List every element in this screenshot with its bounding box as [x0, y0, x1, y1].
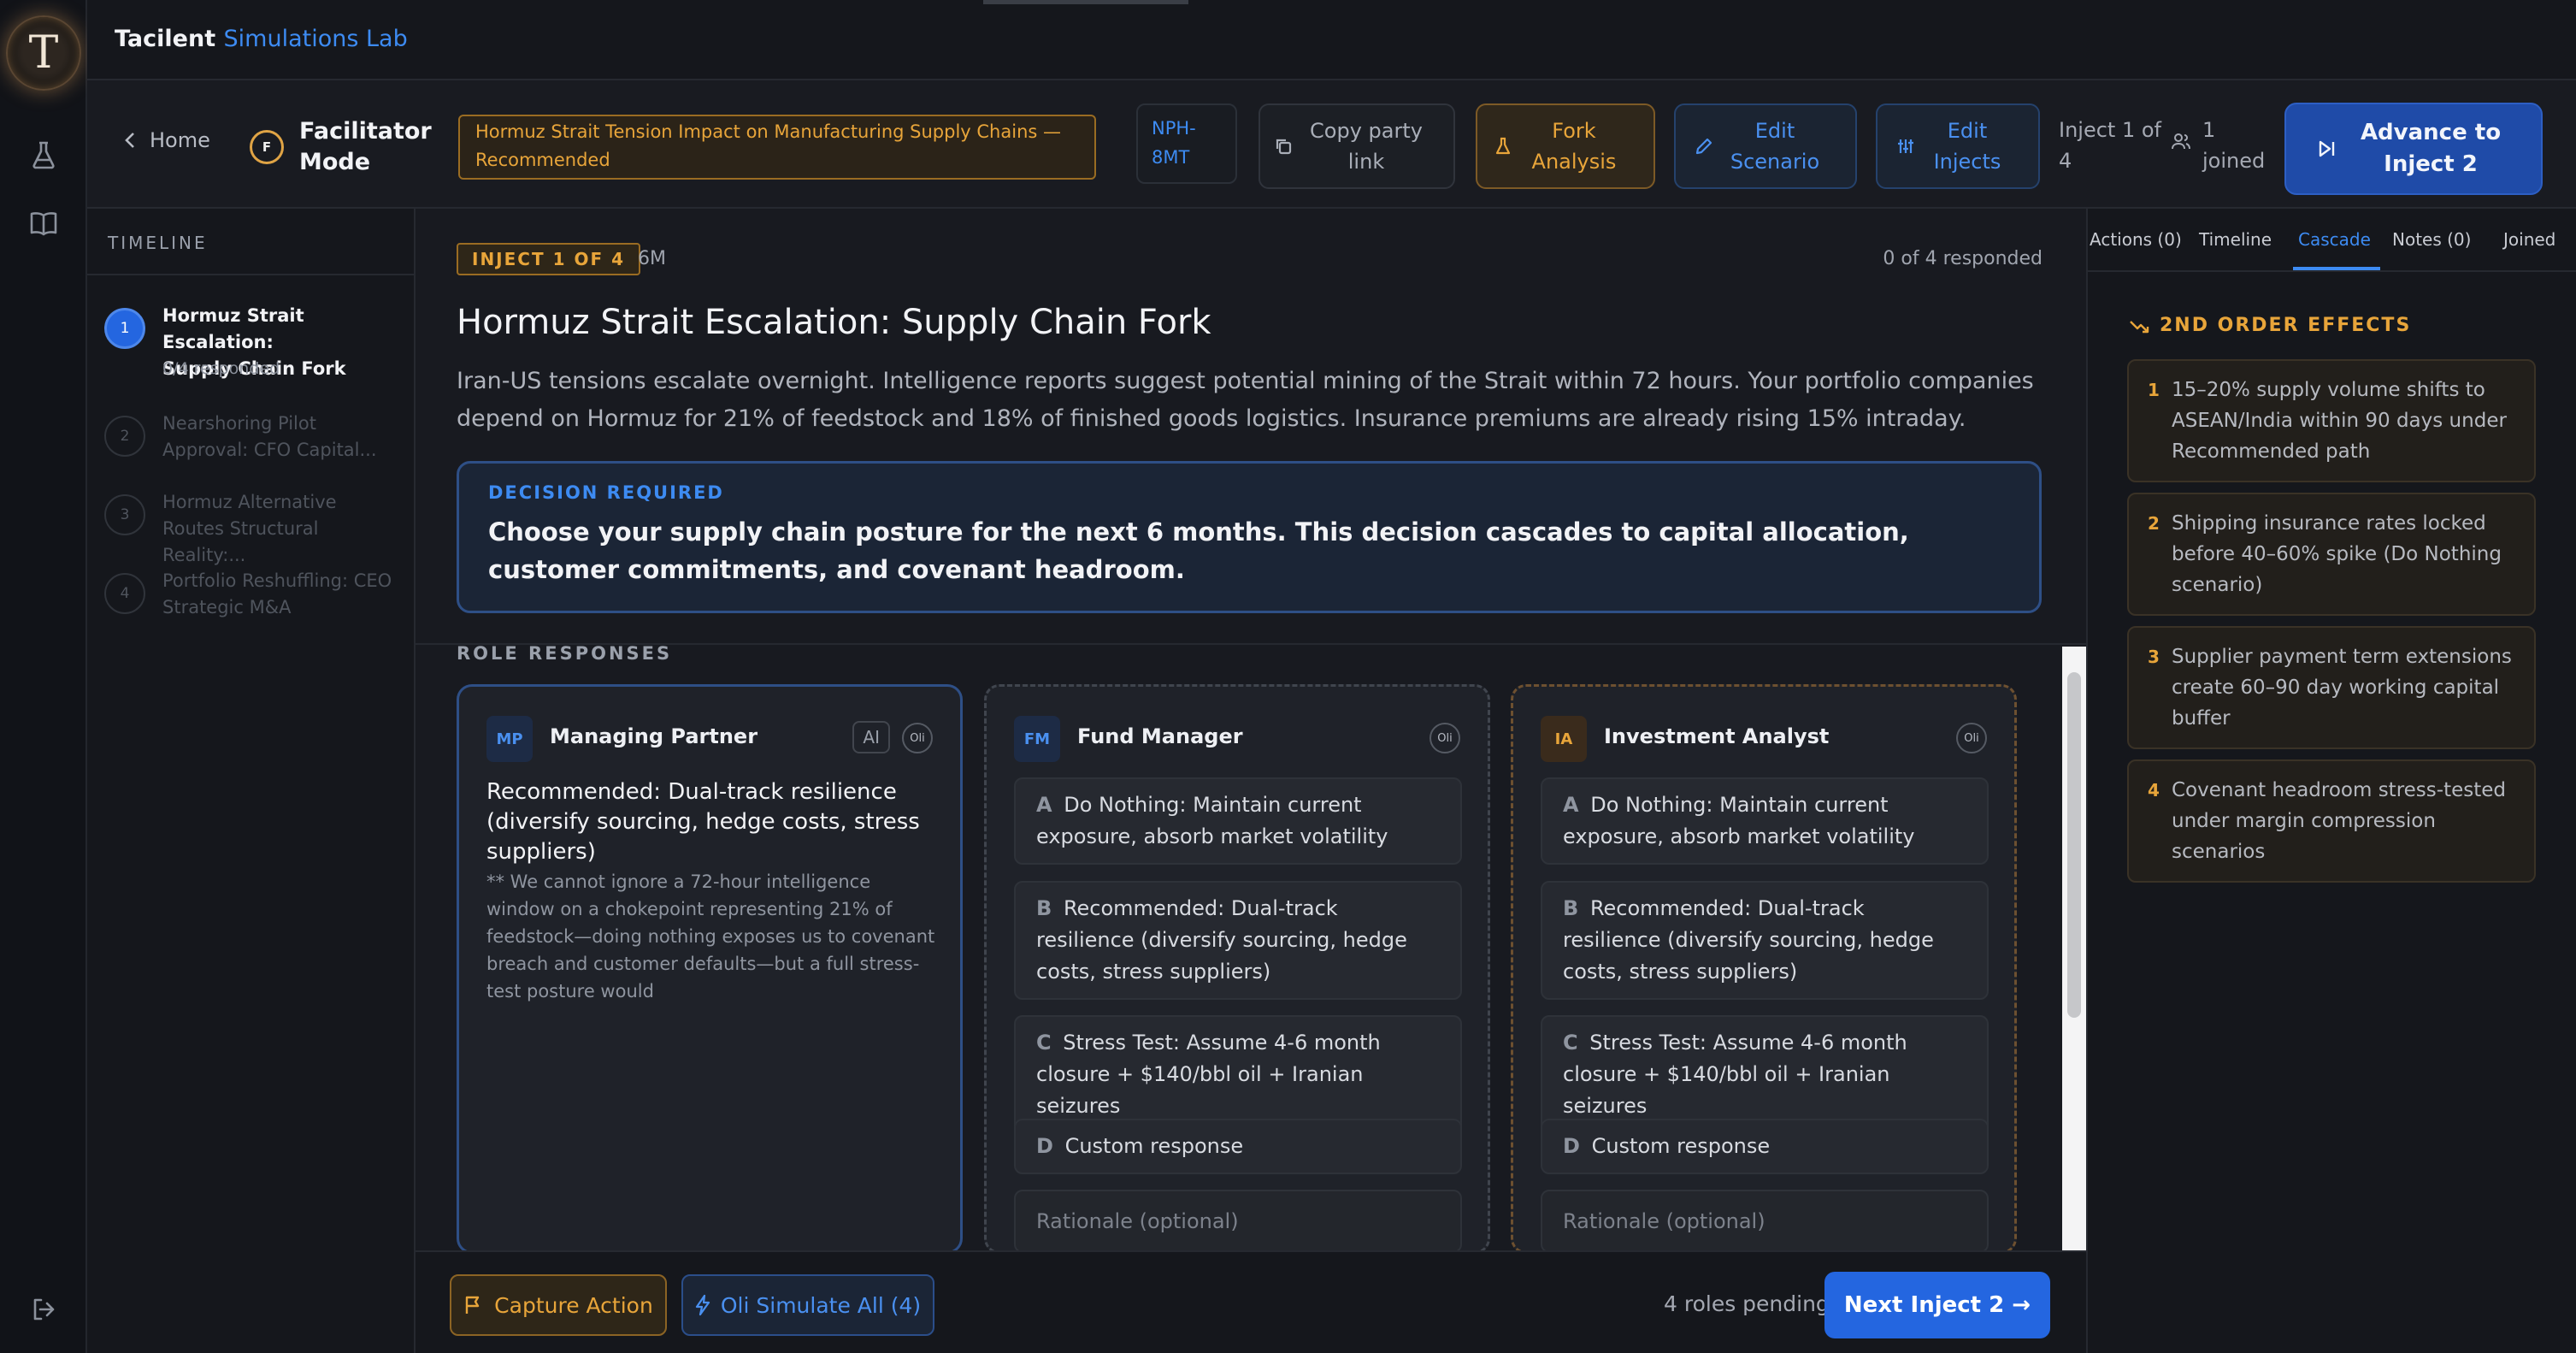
timeline-item-3[interactable]: 3 Hormuz Alternative Routes Structural Re… — [104, 489, 404, 565]
chevron-left-icon — [125, 133, 134, 148]
option-a[interactable]: A Do Nothing: Maintain current exposure,… — [1541, 777, 1989, 865]
oli-toggle[interactable]: Oli — [1429, 723, 1460, 753]
divider — [2086, 270, 2576, 272]
timeline-item-1[interactable]: 1 Hormuz Strait Escalation: Supply Chain … — [104, 303, 404, 380]
home-link[interactable]: Home — [124, 128, 210, 152]
top-bar — [87, 0, 2576, 80]
effect-item: 2 Shipping insurance rates locked before … — [2127, 493, 2536, 616]
capture-action-button[interactable]: Capture Action — [450, 1274, 667, 1336]
timeline-item-2[interactable]: 2 Nearshoring Pilot Approval: CFO Capital… — [104, 411, 404, 467]
logout-icon[interactable] — [24, 1290, 63, 1329]
copy-party-link-button[interactable]: Copy party link — [1259, 103, 1455, 189]
session-code: NPH- 8MT — [1136, 103, 1237, 184]
divider — [87, 274, 414, 275]
decision-text: Choose your supply chain posture for the… — [488, 517, 1909, 584]
oli-toggle[interactable]: Oli — [1956, 723, 1987, 753]
lightning-icon — [695, 1294, 710, 1316]
decision-box: DECISION REQUIRED Choose your supply cha… — [457, 461, 2042, 613]
mode-badge: F — [250, 130, 284, 164]
role-card-managing-partner: MP Managing Partner AI Oli Recommended: … — [457, 684, 963, 1254]
role-name: Investment Analyst — [1604, 724, 1830, 748]
copy-icon — [1276, 139, 1292, 155]
joined-count: 1 joined — [2172, 115, 2265, 176]
edit-injects-button[interactable]: Edit Injects — [1876, 103, 2040, 189]
scenario-select[interactable]: Hormuz Strait Tension Impact on Manufact… — [458, 115, 1096, 180]
inject-title: Hormuz Strait Escalation: Supply Chain F… — [457, 303, 1211, 342]
tab-cascade[interactable]: Cascade — [2298, 229, 2371, 250]
pencil-icon — [1695, 138, 1712, 155]
book-icon[interactable] — [24, 204, 63, 243]
flask-icon — [1495, 137, 1511, 155]
effect-item: 4 Covenant headroom stress-tested under m… — [2127, 759, 2536, 883]
brand-title: Tacilent Simulations Lab — [115, 26, 408, 52]
role-name: Managing Partner — [550, 724, 758, 748]
facilitator-mode: F Facilitator Mode — [250, 116, 432, 178]
fork-analysis-button[interactable]: Fork Analysis — [1476, 103, 1655, 189]
tab-timeline[interactable]: Timeline — [2199, 229, 2272, 250]
inject-counter: Inject 1 of 4 — [2059, 118, 2161, 173]
flask-icon[interactable] — [24, 135, 63, 174]
rationale-input[interactable]: Rationale (optional) — [1014, 1190, 1462, 1253]
advance-inject-button[interactable]: Advance to Inject 2 — [2284, 103, 2543, 195]
oli-toggle[interactable]: Oli — [902, 723, 933, 753]
inject-badge: INJECT 1 OF 4 — [457, 243, 640, 275]
role-responses-heading: ROLE RESPONSES — [457, 643, 673, 664]
responded-count: 0 of 4 responded — [1883, 248, 2043, 269]
app-logo[interactable]: T — [6, 15, 81, 91]
avatar: IA — [1541, 716, 1587, 762]
simulate-all-button[interactable]: Oli Simulate All (4) — [681, 1274, 934, 1336]
role-card-investment-analyst: IA Investment Analyst Oli A Do Nothing: … — [1511, 684, 2017, 1254]
flag-icon — [465, 1296, 480, 1314]
users-icon — [2172, 133, 2190, 150]
sliders-icon — [1898, 139, 1913, 153]
role-card-fund-manager: FM Fund Manager Oli A Do Nothing: Mainta… — [984, 684, 1490, 1254]
timeline-heading: TIMELINE — [108, 233, 208, 253]
next-inject-button[interactable]: Next Inject 2 → — [1824, 1272, 2050, 1338]
option-c[interactable]: C Stress Test: Assume 4-6 month closure … — [1541, 1015, 1989, 1134]
timeline-sidebar: TIMELINE 1 Hormuz Strait Escalation: Supp… — [87, 209, 416, 1353]
role-name: Fund Manager — [1077, 724, 1243, 748]
avatar: FM — [1014, 716, 1060, 762]
skip-forward-icon — [2319, 140, 2335, 157]
avatar: MP — [486, 716, 533, 762]
decision-label: DECISION REQUIRED — [488, 482, 724, 503]
option-a[interactable]: A Do Nothing: Maintain current exposure,… — [1014, 777, 1462, 865]
rationale-input[interactable]: Rationale (optional) — [1541, 1190, 1989, 1253]
tab-actions[interactable]: Actions (0) — [2090, 229, 2182, 250]
tab-notes[interactable]: Notes (0) — [2392, 229, 2471, 250]
scrollbar-thumb[interactable] — [2067, 672, 2081, 1018]
pending-count: 4 roles pending — [1664, 1291, 1830, 1316]
trend-down-icon — [2130, 320, 2149, 333]
option-c[interactable]: C Stress Test: Assume 4-6 month closure … — [1014, 1015, 1462, 1134]
tab-strip-indicator — [983, 0, 1188, 4]
option-b[interactable]: B Recommended: Dual-track resilience (di… — [1014, 881, 1462, 1000]
option-b[interactable]: B Recommended: Dual-track resilience (di… — [1541, 881, 1989, 1000]
ai-tag: AI — [852, 721, 890, 753]
option-d[interactable]: D Custom response — [1014, 1119, 1462, 1174]
effect-item: 3 Supplier payment term extensions create… — [2127, 626, 2536, 749]
effects-heading: 2ND ORDER EFFECTS — [2129, 315, 2411, 336]
timeline-item-4[interactable]: 4 Portfolio Reshuffling: CEO Strategic M&… — [104, 568, 404, 624]
edit-scenario-button[interactable]: Edit Scenario — [1674, 103, 1857, 189]
inject-duration: 6M — [638, 248, 666, 269]
option-d[interactable]: D Custom response — [1541, 1119, 1989, 1174]
tab-joined[interactable]: Joined — [2503, 229, 2555, 250]
inject-description: Iran-US tensions escalate overnight. Int… — [457, 368, 2034, 432]
effect-item: 1 15–20% supply volume shifts to ASEAN/In… — [2127, 359, 2536, 482]
selected-choice: Recommended: Dual-track resilience (dive… — [486, 779, 920, 865]
left-rail: T — [0, 0, 87, 1353]
rationale-text: ** We cannot ignore a 72-hour intelligen… — [486, 871, 935, 1001]
